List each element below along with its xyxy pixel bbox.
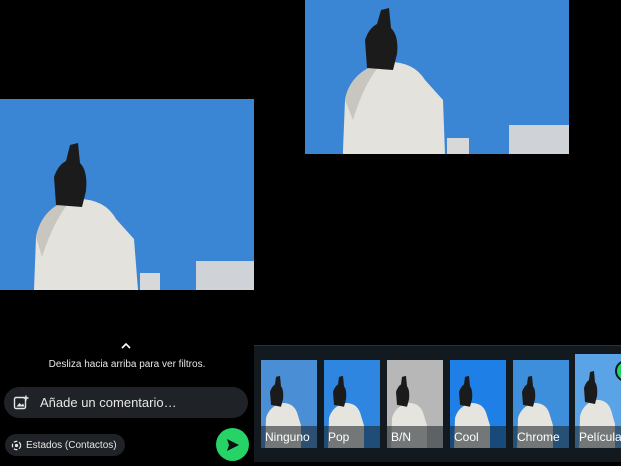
filter-label: B/N — [387, 426, 443, 448]
swipe-hint-text: Desliza hacia arriba para ver filtros. — [48, 359, 206, 370]
photo-preview-top — [305, 0, 569, 154]
comment-bar[interactable] — [4, 387, 248, 418]
status-audience-chip[interactable]: Estados (Contactos) — [5, 434, 125, 456]
comment-input[interactable] — [38, 394, 232, 411]
status-icon — [11, 440, 22, 450]
filter-label: Pop — [324, 426, 380, 448]
filter-option[interactable]: Ninguno — [261, 360, 317, 448]
filter-tray: Ninguno Pop B/N Cool Chrome Película — [254, 345, 621, 462]
send-button[interactable] — [216, 428, 249, 461]
filter-option[interactable]: Película — [575, 354, 621, 448]
filter-label: Película — [575, 426, 621, 448]
status-chip-label: Estados (Contactos) — [26, 439, 117, 451]
add-image-icon[interactable] — [13, 395, 29, 411]
filter-label: Chrome — [513, 426, 569, 448]
filter-option[interactable]: B/N — [387, 360, 443, 448]
filter-option[interactable]: Pop — [324, 360, 380, 448]
filter-option[interactable]: Chrome — [513, 360, 569, 448]
photo-preview-main — [0, 99, 254, 290]
filter-label: Cool — [450, 426, 506, 448]
send-icon — [226, 438, 239, 451]
chevron-up-icon[interactable] — [119, 341, 133, 351]
filter-option[interactable]: Cool — [450, 360, 506, 448]
filter-label: Ninguno — [261, 426, 317, 448]
